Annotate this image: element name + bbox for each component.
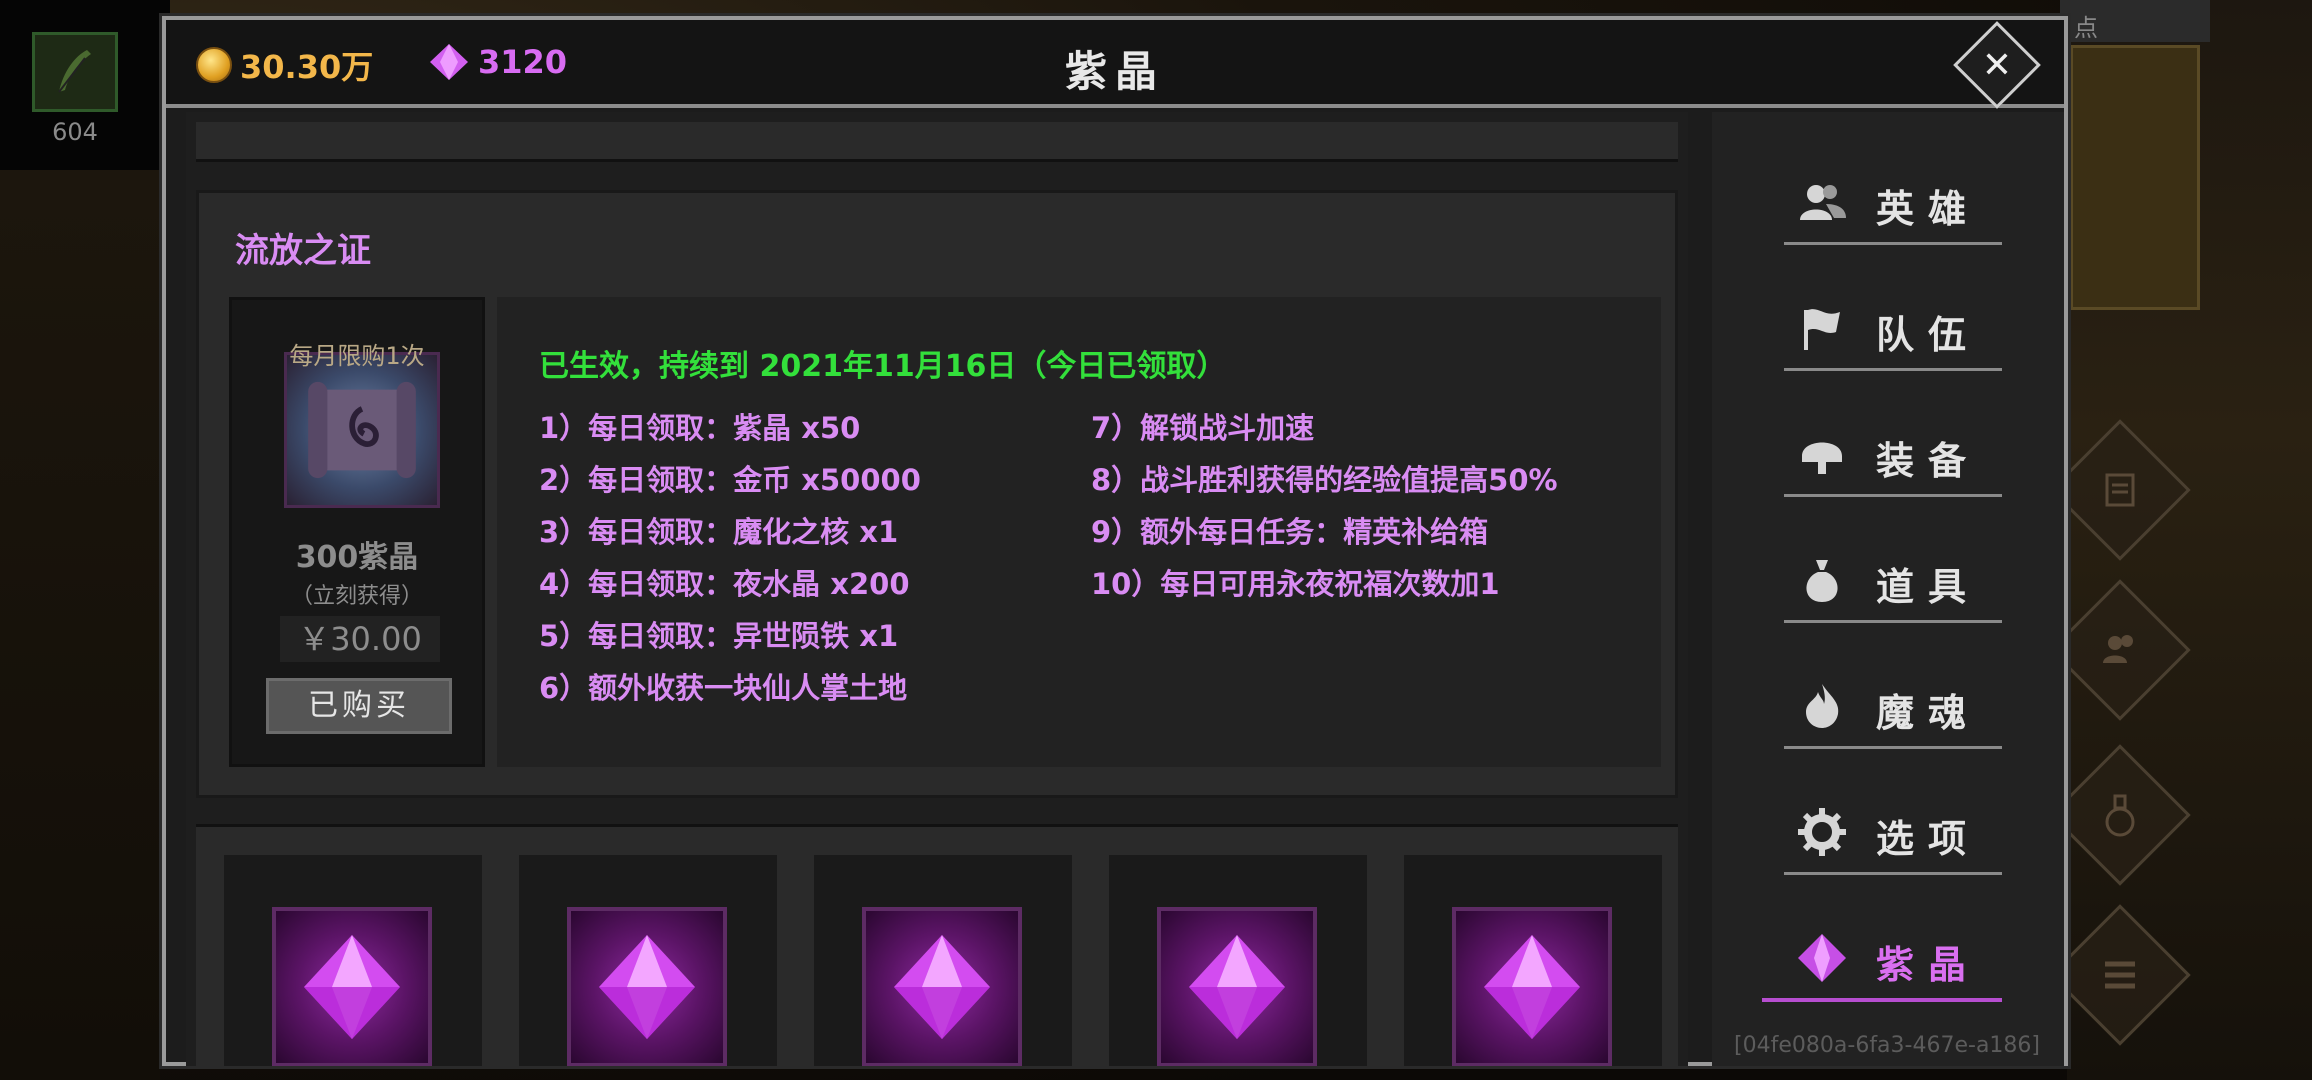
crystal-frame (272, 907, 432, 1066)
scroll-icon (308, 381, 416, 479)
benefit-item: 8）战斗胜利获得的经验值提高50% (1091, 463, 1558, 497)
left-item-slot[interactable] (32, 32, 118, 112)
crystal-pack-tile[interactable] (814, 855, 1072, 1066)
sidebar-item-label: 魔魂 (1876, 691, 1981, 735)
crystal-amount: 300紫晶 (295, 540, 419, 575)
helmet-icon (1802, 442, 1842, 474)
benefit-item: 7）解锁战斗加速 (1091, 411, 1315, 445)
divider (1784, 746, 2002, 749)
sidebar-nav: 英雄 队伍 装备 道具 魔魂 选项 紫晶 [04fe080a-6fa3-467e… (1712, 112, 2064, 1066)
sidebar-item-label: 选项 (1876, 817, 1981, 861)
sidebar-item-equipment[interactable]: 装备 (1784, 416, 2002, 502)
gem-icon (1189, 935, 1285, 1039)
feather-icon (58, 50, 91, 93)
crystal-frame (567, 907, 727, 1066)
sidebar-item-label: 道具 (1876, 565, 1981, 609)
crystal-shop-dialog: 30.30万 3120 紫晶 ✕ 流放之证 每月限购1次 300紫晶 （立刻获得… (162, 16, 2068, 1066)
crystal-pack-row (196, 824, 1678, 1066)
exile-pass-card: 流放之证 每月限购1次 300紫晶 （立刻获得） ￥30.00 已购买 已生效，… (196, 190, 1678, 798)
sidebar-item-heroes[interactable]: 英雄 (1784, 164, 2002, 250)
benefit-item: 1）每日领取：紫晶 x50 (539, 411, 861, 445)
benefit-item: 3）每日领取：魔化之核 x1 (539, 515, 899, 549)
benefit-item: 2）每日领取：金币 x50000 (539, 463, 921, 497)
flag-icon (1804, 309, 1840, 350)
benefit-item: 9）额外每日任务：精英补给箱 (1091, 515, 1489, 549)
divider (1784, 494, 2002, 497)
divider (1784, 368, 2002, 371)
crystal-amount-note: （立刻获得） (290, 584, 423, 609)
divider (1784, 620, 2002, 623)
gem-icon (894, 935, 990, 1039)
crystal-pack-tile[interactable] (519, 855, 777, 1066)
close-icon: ✕ (1981, 44, 2013, 86)
divider (1784, 242, 2002, 245)
sidebar-item-team[interactable]: 队伍 (1784, 290, 2002, 376)
product-box: 每月限购1次 300紫晶 （立刻获得） ￥30.00 已购买 (229, 297, 485, 767)
scroll-icon (2105, 473, 2135, 507)
sidebar-item-label: 英雄 (1876, 187, 1981, 231)
sidebar-item-label: 装备 (1876, 439, 1981, 483)
shop-content[interactable]: 流放之证 每月限购1次 300紫晶 （立刻获得） ￥30.00 已购买 已生效，… (186, 112, 1688, 1066)
benefit-item: 10）每日可用永夜祝福次数加1 (1091, 567, 1500, 601)
crystal-frame (862, 907, 1022, 1066)
crystal-pack-tile[interactable] (224, 855, 482, 1066)
crystal-frame (1157, 907, 1317, 1066)
flame-icon (1806, 684, 1839, 728)
purchased-button[interactable]: 已购买 (266, 678, 452, 734)
bag-icon (1806, 560, 1838, 602)
right-map-panel (2070, 45, 2200, 310)
gem-icon (304, 935, 400, 1039)
sidebar-item-items[interactable]: 道具 (1784, 542, 2002, 628)
sidebar-item-souls[interactable]: 魔魂 (1784, 668, 2002, 754)
benefit-item: 5）每日领取：异世陨铁 x1 (539, 619, 899, 653)
sidebar-item-label: 紫晶 (1876, 943, 1981, 987)
sidebar-item-crystal[interactable]: 紫晶 (1762, 920, 2002, 1006)
people-icon (2103, 635, 2133, 663)
potion-icon (2105, 794, 2135, 837)
session-id: [04fe080a-6fa3-467e-a186] (1734, 1033, 2040, 1058)
divider (1784, 872, 2002, 875)
dialog-header: 30.30万 3120 紫晶 ✕ (166, 20, 2064, 109)
left-item-count: 604 (52, 118, 98, 146)
people-icon (1800, 185, 1846, 220)
scroll-image (284, 352, 440, 508)
list-icon (2105, 961, 2135, 989)
active-indicator (1762, 998, 2002, 1002)
status-text: 已生效，持续到 2021年11月16日（今日已领取） (539, 349, 1227, 384)
gear-icon (1798, 808, 1846, 856)
gem-icon (1798, 934, 1846, 982)
gem-icon (1484, 935, 1580, 1039)
purchase-limit: 每月限购1次 (289, 342, 425, 370)
benefit-item: 6）额外收获一块仙人掌土地 (539, 671, 908, 705)
crystal-pack-tile[interactable] (1404, 855, 1662, 1066)
left-scene (0, 170, 160, 1080)
crystal-frame (1452, 907, 1612, 1066)
sidebar-item-options[interactable]: 选项 (1784, 794, 2002, 880)
right-top-bar: 点 (2060, 0, 2210, 42)
benefit-item: 4）每日领取：夜水晶 x200 (539, 567, 910, 601)
crystal-pack-tile[interactable] (1109, 855, 1367, 1066)
sidebar-item-label: 队伍 (1876, 313, 1981, 357)
benefits-box: 已生效，持续到 2021年11月16日（今日已领取） 1）每日领取：紫晶 x50… (497, 297, 1661, 767)
gem-icon (599, 935, 695, 1039)
content-top-strip (196, 122, 1678, 162)
card-title: 流放之证 (235, 231, 371, 271)
price-tag: ￥30.00 (280, 616, 440, 662)
dialog-title: 紫晶 (1064, 47, 1165, 96)
